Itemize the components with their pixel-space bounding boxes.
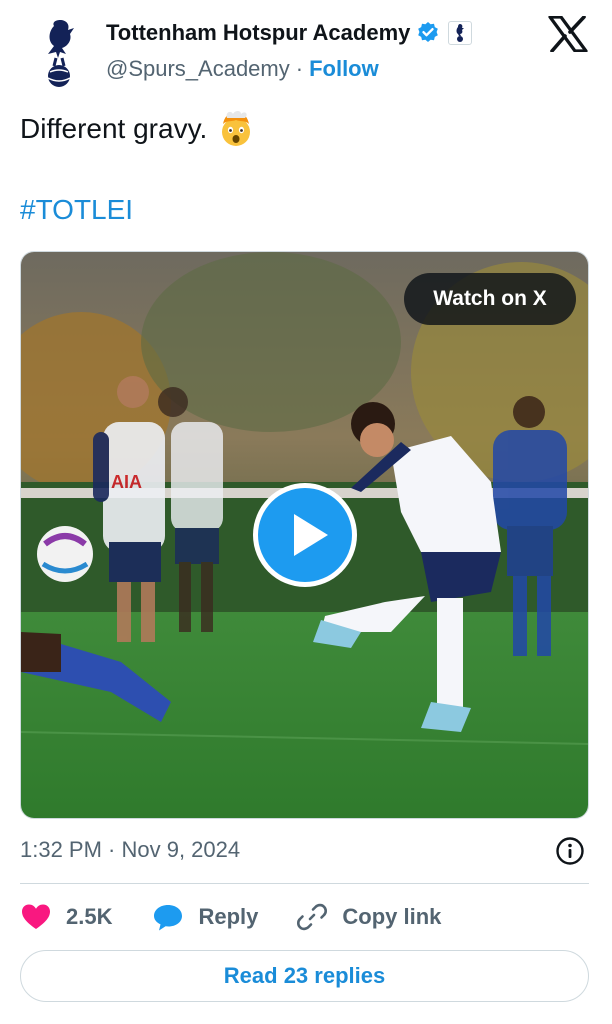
hashtag-link[interactable]: #TOTLEI: [20, 194, 133, 226]
divider: [20, 883, 589, 884]
read-replies-button[interactable]: Read 23 replies: [20, 950, 589, 1002]
verified-badge-icon: [418, 22, 439, 42]
account-name[interactable]: Tottenham Hotspur Academy: [106, 20, 410, 46]
link-icon: [297, 903, 328, 931]
account-handle[interactable]: @Spurs_Academy: [106, 56, 290, 82]
video-media[interactable]: AIA Watch on X: [20, 251, 589, 819]
separator: ·: [295, 56, 304, 81]
follow-button[interactable]: Follow: [309, 56, 379, 82]
like-count: 2.5K: [66, 904, 113, 929]
copy-link-button[interactable]: Copy link: [296, 901, 441, 933]
copy-link-label: Copy link: [342, 904, 442, 929]
info-icon[interactable]: [555, 836, 585, 866]
reply-button[interactable]: Reply: [152, 901, 258, 933]
action-bar: 2.5K Reply Copy link: [20, 898, 441, 936]
tweet-meta: 1:32 PM · Nov 9, 2024: [20, 834, 589, 866]
timestamp[interactable]: 1:32 PM · Nov 9, 2024: [20, 837, 240, 863]
tweet-header: Tottenham Hotspur Academy @Spurs_Academy…: [0, 0, 612, 100]
x-logo-icon[interactable]: [548, 16, 588, 52]
heart-icon: [22, 904, 50, 929]
spurs-cockerel-icon[interactable]: [30, 14, 88, 90]
shirt-sponsor-text: AIA: [111, 472, 142, 492]
tweet-body: Different gravy.: [20, 113, 208, 144]
handle-row: @Spurs_Academy · Follow: [106, 56, 379, 82]
speech-bubble-icon: [154, 905, 183, 931]
account-name-row: Tottenham Hotspur Academy: [106, 20, 473, 46]
watch-on-x-button[interactable]: Watch on X: [404, 273, 576, 325]
football-icon: [37, 526, 93, 582]
reply-label: Reply: [198, 904, 259, 929]
exploding-head-emoji: [222, 111, 251, 146]
affiliate-badge-icon[interactable]: [448, 21, 473, 45]
tweet-text: Different gravy.: [20, 110, 255, 148]
play-icon[interactable]: [250, 480, 360, 590]
like-button[interactable]: 2.5K: [20, 901, 112, 933]
